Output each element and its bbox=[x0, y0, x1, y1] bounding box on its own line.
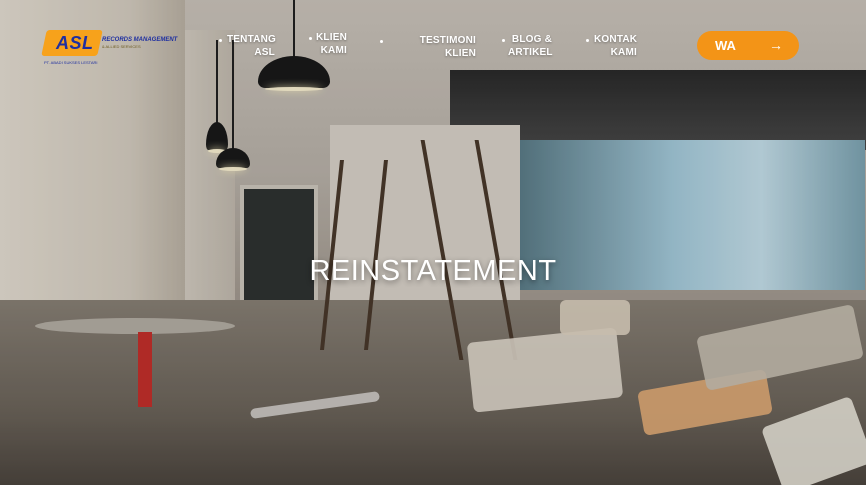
wa-button-label: WA bbox=[715, 38, 736, 53]
nav-item-label: TESTIMONI KLIEN bbox=[419, 35, 476, 59]
nav-bullet-icon bbox=[309, 37, 312, 40]
nav-item-testimoni-klien[interactable]: TESTIMONI KLIEN bbox=[380, 34, 476, 60]
main-nav: TENTANG ASL KLIEN KAMI TESTIMONI KLIEN B… bbox=[0, 0, 866, 80]
nav-item-label: TENTANG bbox=[227, 34, 276, 45]
nav-item-label: KONTAK bbox=[594, 34, 638, 45]
nav-item-klien-kami[interactable]: KLIEN KAMI bbox=[309, 31, 347, 57]
nav-item-label: KLIEN bbox=[316, 32, 347, 43]
nav-item-tentang-asl[interactable]: TENTANG ASL bbox=[219, 33, 276, 59]
nav-item-label: ASL bbox=[254, 47, 275, 58]
nav-bullet-icon bbox=[380, 40, 383, 43]
nav-item-label: KAMI bbox=[320, 45, 347, 56]
nav-bullet-icon bbox=[586, 39, 589, 42]
hero-title: REINSTATEMENT bbox=[309, 255, 557, 287]
nav-item-blog-artikel[interactable]: BLOG & ARTIKEL bbox=[502, 33, 553, 59]
nav-item-label: BLOG & bbox=[511, 34, 552, 45]
nav-bullet-icon bbox=[219, 39, 222, 42]
wa-button[interactable]: WA → bbox=[697, 31, 799, 60]
nav-bullet-icon bbox=[502, 39, 505, 42]
site-header: ASL RECORDS MANAGEMENT & ALLIED SERVICES… bbox=[0, 0, 866, 80]
nav-item-label: KAMI bbox=[610, 47, 637, 58]
nav-item-label: ARTIKEL bbox=[508, 47, 553, 58]
nav-item-kontak-kami[interactable]: KONTAK KAMI bbox=[586, 33, 638, 59]
arrow-right-icon: → bbox=[769, 37, 783, 53]
hero-section: ASL RECORDS MANAGEMENT & ALLIED SERVICES… bbox=[0, 0, 866, 485]
